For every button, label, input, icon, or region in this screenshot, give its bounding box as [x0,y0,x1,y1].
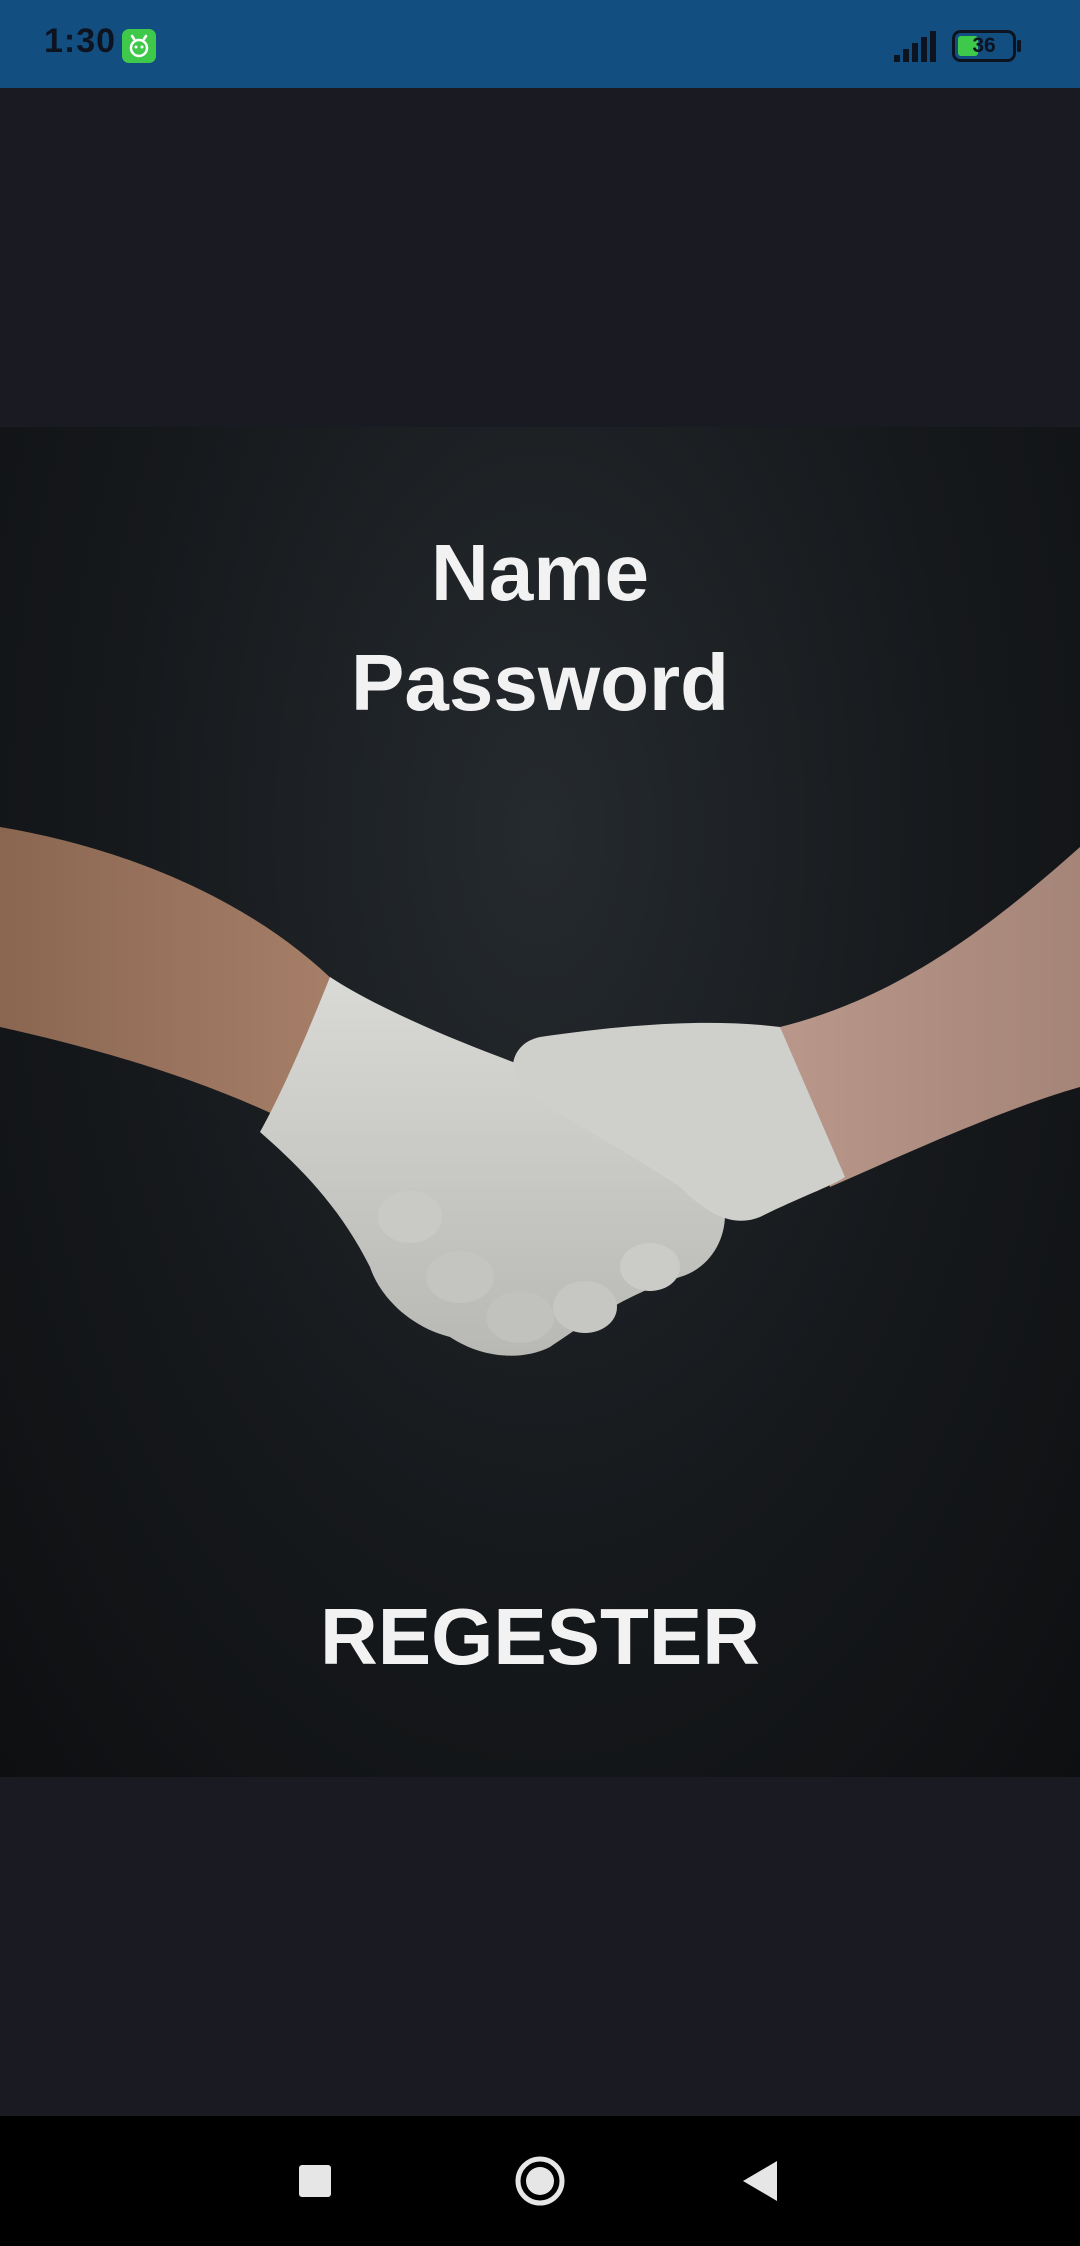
status-time: 1:30 [44,22,117,60]
hero-image-area: Name Password REGESTER [0,427,1080,1777]
home-circle-icon[interactable] [505,2146,575,2216]
password-field[interactable]: Password [0,637,1080,729]
battery-level: 36 [972,34,996,57]
register-button[interactable]: REGESTER [240,1582,840,1692]
recents-square-icon[interactable] [280,2146,350,2216]
back-triangle-icon[interactable] [725,2146,795,2216]
cellular-signal-icon [894,30,938,62]
name-field[interactable]: Name [0,527,1080,619]
handshake-image [0,827,1080,1356]
app-notification-icon [122,29,156,63]
status-bar: 1:30 36 [0,0,1080,88]
